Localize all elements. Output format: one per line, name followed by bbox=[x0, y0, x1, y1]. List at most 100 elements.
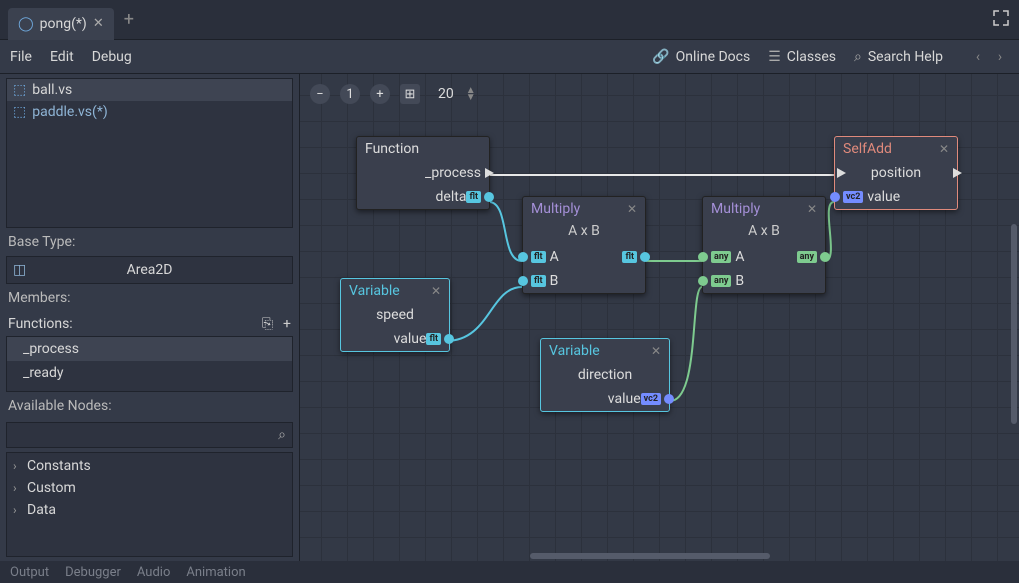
sequence-in-port[interactable] bbox=[837, 168, 846, 178]
node-search-box[interactable]: ⌕ bbox=[6, 422, 293, 448]
snap-stepper[interactable]: ▲▼ bbox=[466, 87, 476, 101]
close-icon[interactable]: ✕ bbox=[651, 344, 661, 358]
list-icon: ☰ bbox=[768, 49, 781, 65]
data-in-port-a[interactable] bbox=[518, 252, 528, 262]
node-subtitle: A x B bbox=[703, 221, 825, 245]
node-function-process[interactable]: Function _process delta flt bbox=[356, 136, 490, 210]
nav-back-button[interactable]: ‹ bbox=[969, 49, 987, 65]
node-multiply-1[interactable]: Multiply ✕ A x B flt A flt flt B bbox=[522, 196, 646, 294]
data-in-port-b[interactable] bbox=[698, 276, 708, 286]
menu-search-help[interactable]: ⌕ Search Help bbox=[854, 49, 943, 65]
function-item-ready[interactable]: _ready bbox=[7, 361, 292, 385]
tree-item-data[interactable]: › Data bbox=[7, 499, 292, 521]
menu-online-docs[interactable]: 🔗 Online Docs bbox=[652, 49, 750, 65]
canvas-toolbar: − 1 + ⊞ 20 ▲▼ bbox=[310, 84, 476, 104]
close-icon[interactable]: ✕ bbox=[807, 202, 817, 216]
functions-label: Functions: bbox=[8, 316, 73, 332]
visual-script-icon: ⬚ bbox=[13, 104, 26, 120]
visual-script-icon: ⬚ bbox=[13, 82, 26, 98]
bottom-tab-audio[interactable]: Audio bbox=[137, 565, 170, 580]
close-icon[interactable]: ✕ bbox=[93, 16, 104, 31]
snap-value[interactable]: 20 bbox=[438, 86, 454, 102]
file-item-ball[interactable]: ⬚ ball.vs bbox=[7, 79, 292, 101]
type-badge-flt: flt bbox=[622, 251, 637, 263]
function-item-process[interactable]: _process bbox=[7, 337, 292, 361]
distraction-free-toggle[interactable] bbox=[983, 10, 1019, 30]
available-nodes-tree: › Constants › Custom › Data bbox=[6, 452, 293, 557]
data-out-port[interactable] bbox=[640, 252, 650, 262]
node-variable-direction[interactable]: Variable ✕ direction value vc2 bbox=[540, 338, 670, 412]
type-badge-any: any bbox=[711, 275, 731, 287]
zoom-reset-button[interactable]: 1 bbox=[340, 84, 360, 104]
data-in-port-b[interactable] bbox=[518, 276, 528, 286]
node-title: Multiply bbox=[531, 201, 580, 217]
node-title: Function bbox=[365, 141, 419, 157]
link-icon: 🔗 bbox=[652, 49, 669, 65]
type-badge-any: any bbox=[797, 251, 817, 263]
node-search-input[interactable] bbox=[13, 428, 278, 443]
tree-item-custom[interactable]: › Custom bbox=[7, 477, 292, 499]
data-in-port-value[interactable] bbox=[830, 192, 840, 202]
bottom-tab-debugger[interactable]: Debugger bbox=[65, 565, 121, 580]
script-tab[interactable]: ◯ pong(*) ✕ bbox=[8, 8, 114, 40]
type-badge-flt: flt bbox=[466, 191, 481, 203]
members-label: Members: bbox=[6, 284, 293, 312]
zoom-out-button[interactable]: − bbox=[310, 84, 330, 104]
snap-toggle[interactable]: ⊞ bbox=[400, 84, 420, 104]
data-out-port[interactable] bbox=[664, 394, 674, 404]
base-type-value: Area2D bbox=[127, 262, 173, 278]
base-type-selector[interactable]: ◫ Area2D bbox=[6, 256, 293, 284]
data-out-port[interactable] bbox=[484, 192, 494, 202]
close-icon[interactable]: ✕ bbox=[939, 142, 949, 156]
file-label: ball.vs bbox=[32, 82, 72, 98]
base-type-label: Base Type: bbox=[6, 228, 293, 256]
chevron-right-icon: › bbox=[13, 503, 23, 517]
node-multiply-2[interactable]: Multiply ✕ A x B any A any any B bbox=[702, 196, 826, 294]
data-out-port[interactable] bbox=[444, 334, 454, 344]
sequence-out-port[interactable] bbox=[953, 168, 962, 178]
node-title: Variable bbox=[549, 343, 600, 359]
search-help-icon: ⌕ bbox=[854, 49, 862, 65]
bottom-tab-animation[interactable]: Animation bbox=[186, 565, 245, 580]
menu-file[interactable]: File bbox=[10, 49, 32, 65]
tab-label: pong(*) bbox=[40, 16, 87, 32]
node-icon: ◯ bbox=[18, 16, 34, 32]
horizontal-scrollbar[interactable] bbox=[530, 553, 770, 559]
bottom-tab-output[interactable]: Output bbox=[10, 565, 49, 580]
area2d-icon: ◫ bbox=[13, 262, 26, 278]
available-nodes-label: Available Nodes: bbox=[6, 392, 293, 420]
add-function-button[interactable]: + bbox=[283, 316, 291, 332]
chevron-right-icon: › bbox=[13, 481, 23, 495]
node-title: SelfAdd bbox=[843, 141, 892, 157]
vertical-scrollbar[interactable] bbox=[1011, 224, 1017, 424]
script-file-list: ⬚ ball.vs ⬚ paddle.vs(*) bbox=[6, 78, 293, 228]
close-icon[interactable]: ✕ bbox=[627, 202, 637, 216]
chevron-right-icon: › bbox=[13, 459, 23, 473]
sequence-out-port[interactable] bbox=[485, 168, 494, 178]
data-in-port-a[interactable] bbox=[698, 252, 708, 262]
file-item-paddle[interactable]: ⬚ paddle.vs(*) bbox=[7, 101, 292, 123]
menu-debug[interactable]: Debug bbox=[92, 49, 132, 65]
data-out-port[interactable] bbox=[820, 252, 830, 262]
variable-name: direction bbox=[578, 367, 632, 383]
tree-item-constants[interactable]: › Constants bbox=[7, 455, 292, 477]
override-function-button[interactable]: ⎘ bbox=[262, 316, 273, 332]
node-subtitle: A x B bbox=[523, 221, 645, 245]
graph-canvas[interactable]: − 1 + ⊞ 20 ▲▼ Function bbox=[300, 74, 1019, 561]
node-variable-speed[interactable]: Variable ✕ speed value flt bbox=[340, 278, 450, 352]
menu-edit[interactable]: Edit bbox=[50, 49, 74, 65]
search-icon: ⌕ bbox=[278, 427, 286, 443]
type-badge-any: any bbox=[711, 251, 731, 263]
type-badge-flt: flt bbox=[531, 251, 546, 263]
tab-add-button[interactable]: + bbox=[118, 9, 140, 30]
node-selfadd-position[interactable]: SelfAdd ✕ position vc2 value bbox=[834, 136, 958, 210]
left-panel: ⬚ ball.vs ⬚ paddle.vs(*) Base Type: ◫ Ar… bbox=[0, 74, 300, 561]
close-icon[interactable]: ✕ bbox=[431, 284, 441, 298]
tab-bar: ◯ pong(*) ✕ + bbox=[0, 0, 1019, 40]
functions-header: Functions: ⎘ + bbox=[6, 312, 293, 336]
zoom-in-button[interactable]: + bbox=[370, 84, 390, 104]
type-badge-flt: flt bbox=[531, 275, 546, 287]
menu-classes[interactable]: ☰ Classes bbox=[768, 49, 836, 65]
nav-forward-button[interactable]: › bbox=[991, 49, 1009, 65]
node-title: Multiply bbox=[711, 201, 760, 217]
